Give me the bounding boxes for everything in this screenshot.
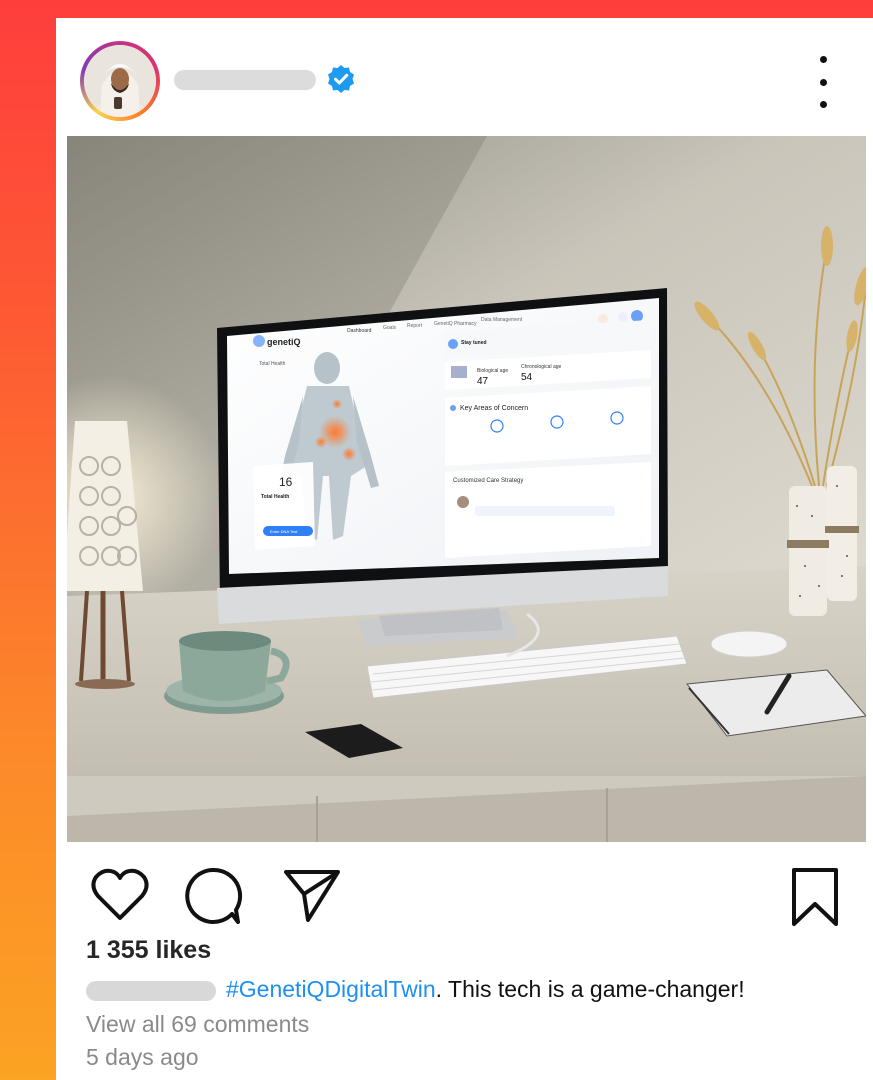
screen-key-areas-title: Key Areas of Concern <box>460 405 528 412</box>
story-ring[interactable] <box>80 41 160 121</box>
caption: #GenetiQDigitalTwin. This tech is a game… <box>86 976 866 1008</box>
verified-badge-icon <box>326 64 356 94</box>
post-timestamp: 5 days ago <box>86 1044 199 1070</box>
screen-bio-age-label: Biological age <box>477 368 508 374</box>
screen-nav-goals: Goals <box>383 325 397 331</box>
post-actions <box>56 860 873 930</box>
post-card: genetiQ Total Health Dashboard Goals Rep… <box>56 18 873 1080</box>
more-vertical-icon[interactable] <box>808 56 838 108</box>
screen-dna-button: Enter DNA Test <box>270 529 298 534</box>
post-photo[interactable]: genetiQ Total Health Dashboard Goals Rep… <box>67 136 866 842</box>
comment-icon[interactable] <box>184 866 244 931</box>
screen-nav-data: Data Management <box>481 317 523 323</box>
bookmark-icon[interactable] <box>790 866 840 933</box>
username-redacted[interactable] <box>174 70 316 90</box>
screen-score: 16 <box>279 475 293 489</box>
screen-nav-dashboard: Dashboard <box>347 328 372 334</box>
screen-chron-age-label: Chronological age <box>521 364 562 370</box>
post-header <box>56 18 873 136</box>
likes-count[interactable]: 1 355 likes <box>86 936 211 965</box>
send-icon[interactable] <box>282 866 342 929</box>
caption-hashtag[interactable]: #GenetiQDigitalTwin <box>226 976 436 1002</box>
screen-care-title: Customized Care Strategy <box>453 478 523 484</box>
screen-nav-pharmacy: GenetiQ Pharmacy <box>434 321 477 327</box>
screen-logo: genetiQ <box>267 337 301 347</box>
screen-chron-age: 54 <box>521 372 533 383</box>
view-comments-link[interactable]: View all 69 comments <box>86 1011 309 1038</box>
screen-bio-age: 47 <box>477 376 489 387</box>
caption-text: . This tech is a game-changer! <box>435 976 745 1002</box>
screen-score-label: Total Health <box>261 494 289 500</box>
screen-selector: Total Health <box>259 361 286 367</box>
caption-username-redacted[interactable] <box>86 980 216 1001</box>
avatar[interactable] <box>84 45 156 117</box>
screen-greeting: Stay tuned <box>461 340 487 346</box>
screen-nav-report: Report <box>407 323 423 329</box>
heart-icon[interactable] <box>90 866 150 927</box>
